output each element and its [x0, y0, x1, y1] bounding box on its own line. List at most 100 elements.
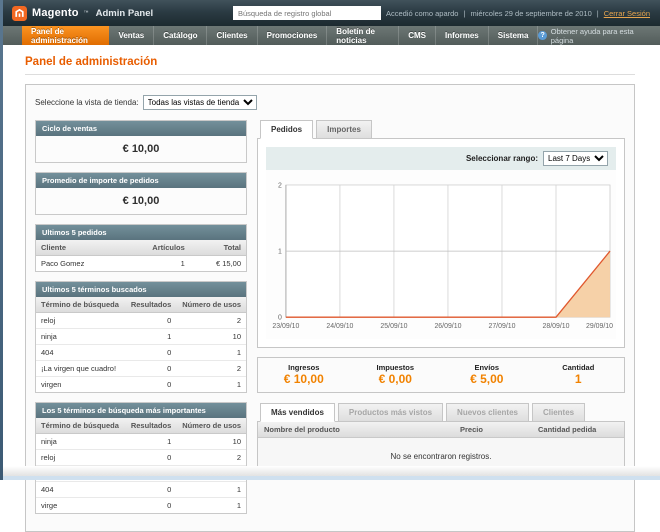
range-label: Seleccionar rango:	[466, 154, 538, 163]
nav-item-promociones[interactable]: Promociones	[258, 26, 328, 45]
table-row[interactable]: Paco Gomez1€ 15,00	[36, 256, 246, 272]
svg-text:27/09/10: 27/09/10	[488, 323, 515, 330]
nav-item-boletin-de-noticias[interactable]: Boletín de noticias	[327, 26, 399, 45]
cell: reloj	[36, 313, 125, 329]
lifetime-sales-widget: Ciclo de ventas € 10,00	[35, 120, 247, 163]
last-search-terms-widget: Ultimos 5 términos buscados Término de b…	[35, 281, 247, 393]
page-bottom-fade	[0, 466, 660, 476]
cell: virge	[36, 498, 125, 514]
brand-name: Magento	[32, 7, 79, 19]
tab-mas-vendidos[interactable]: Más vendidos	[260, 403, 335, 422]
separator: |	[463, 9, 465, 18]
dashboard-page: Panel de administración Seleccione la vi…	[0, 45, 660, 532]
orders-amounts-tabs: PedidosImportes	[257, 120, 625, 138]
cell: Paco Gomez	[36, 256, 122, 272]
cell: 0	[125, 377, 176, 393]
column-header: Total	[190, 240, 246, 256]
nav-item-cms[interactable]: CMS	[399, 26, 436, 45]
table-row[interactable]: ninja110	[36, 329, 246, 345]
nav-item-informes[interactable]: Informes	[436, 26, 489, 45]
chart-panel: Seleccionar rango: Last 7 Days 01223/09/…	[257, 138, 625, 348]
header-right: Accedió como apardo | miércoles 29 de se…	[233, 6, 650, 20]
nav-item-ventas[interactable]: Ventas	[109, 26, 154, 45]
nav-item-panel-de-administracion[interactable]: Panel de administración	[22, 26, 109, 45]
separator: |	[597, 9, 599, 18]
cell: 1	[176, 498, 246, 514]
column-header: Cantidad pedida	[532, 422, 624, 437]
area-chart: 01223/09/1024/09/1025/09/1026/09/1027/09…	[266, 180, 616, 339]
tab-productos-mas-vistos[interactable]: Productos más vistos	[338, 403, 443, 422]
cell: 2	[176, 313, 246, 329]
range-select[interactable]: Last 7 Days	[543, 151, 608, 166]
column-header: Resultados	[125, 418, 176, 434]
table-row[interactable]: 40401	[36, 482, 246, 498]
cell: 1	[176, 377, 246, 393]
right-column: PedidosImportes Seleccionar rango: Last …	[257, 120, 625, 478]
global-search-input[interactable]	[233, 6, 381, 20]
table-row[interactable]: reloj02	[36, 313, 246, 329]
header-bar: Magento ™ Admin Panel Accedió como apard…	[0, 0, 660, 26]
dashboard-container: Seleccione la vista de tienda: Todas las…	[25, 84, 635, 532]
nav-item-catalogo[interactable]: Catálogo	[154, 26, 207, 45]
table-row[interactable]: ninja110	[36, 434, 246, 450]
cell: 1	[176, 482, 246, 498]
lifetime-sales-value: € 10,00	[36, 136, 246, 162]
column-header: Artículos	[122, 240, 190, 256]
store-view-select[interactable]: Todas las vistas de tienda	[143, 95, 257, 110]
cell: 1	[125, 329, 176, 345]
cell: 0	[125, 361, 176, 377]
magento-logo-icon	[12, 6, 27, 21]
svg-text:25/09/10: 25/09/10	[380, 323, 407, 330]
column-header: Precio	[454, 422, 532, 437]
total-value: € 0,00	[350, 372, 442, 386]
nav-item-clientes[interactable]: Clientes	[207, 26, 257, 45]
totals-bar: Ingresos€ 10,00Impuestos€ 0,00Envíos€ 5,…	[257, 357, 625, 393]
total-impuestos: Impuestos€ 0,00	[350, 363, 442, 386]
table-row[interactable]: reloj02	[36, 450, 246, 466]
tab-importes[interactable]: Importes	[316, 120, 372, 139]
grid-header: Nombre del productoPrecioCantidad pedida	[258, 422, 624, 438]
cell: 404	[36, 345, 125, 361]
last-search-terms-table: Término de búsquedaResultadosNúmero de u…	[36, 297, 246, 392]
total-label: Impuestos	[350, 363, 442, 372]
cell: 0	[125, 450, 176, 466]
table-row[interactable]: virgen01	[36, 377, 246, 393]
store-switcher: Seleccione la vista de tienda: Todas las…	[35, 95, 625, 110]
widget-title: Los 5 términos de búsqueda más important…	[36, 403, 246, 418]
average-orders-value: € 10,00	[36, 188, 246, 214]
header-date: miércoles 29 de septiembre de 2010	[470, 9, 591, 18]
range-bar: Seleccionar rango: Last 7 Days	[266, 147, 616, 170]
svg-text:2: 2	[278, 182, 282, 189]
page-title: Panel de administración	[25, 56, 635, 75]
table-row[interactable]: 40401	[36, 345, 246, 361]
nav-item-sistema[interactable]: Sistema	[489, 26, 539, 45]
help-link[interactable]: ? Obtener ayuda para esta página	[538, 26, 650, 45]
cell: reloj	[36, 450, 125, 466]
widget-title: Ultimos 5 pedidos	[36, 225, 246, 240]
cell: 2	[176, 450, 246, 466]
column-header: Número de usos	[176, 418, 246, 434]
tab-nuevos-clientes[interactable]: Nuevos clientes	[446, 403, 529, 422]
average-orders-widget: Promedio de importe de pedidos € 10,00	[35, 172, 247, 215]
cell: 1	[176, 345, 246, 361]
tab-clientes[interactable]: Clientes	[532, 403, 585, 422]
window-edge	[0, 0, 3, 480]
total-label: Ingresos	[258, 363, 350, 372]
table-row[interactable]: ¡La virgen que cuadro!02	[36, 361, 246, 377]
svg-text:0: 0	[278, 315, 282, 322]
orders-chart: 01223/09/1024/09/1025/09/1026/09/1027/09…	[266, 170, 616, 339]
cell: 0	[125, 345, 176, 361]
total-value: € 10,00	[258, 372, 350, 386]
svg-text:28/09/10: 28/09/10	[542, 323, 569, 330]
table-row[interactable]: virge01	[36, 498, 246, 514]
cell: virgen	[36, 377, 125, 393]
svg-text:29/09/10: 29/09/10	[586, 323, 613, 330]
cell: € 15,00	[190, 256, 246, 272]
cell: 2	[176, 361, 246, 377]
logout-link[interactable]: Cerrar Sesión	[604, 9, 650, 18]
column-header: Nombre del producto	[258, 422, 454, 437]
column-header: Término de búsqueda	[36, 297, 125, 313]
cell: 0	[125, 313, 176, 329]
tab-pedidos[interactable]: Pedidos	[260, 120, 313, 139]
column-header: Término de búsqueda	[36, 418, 125, 434]
